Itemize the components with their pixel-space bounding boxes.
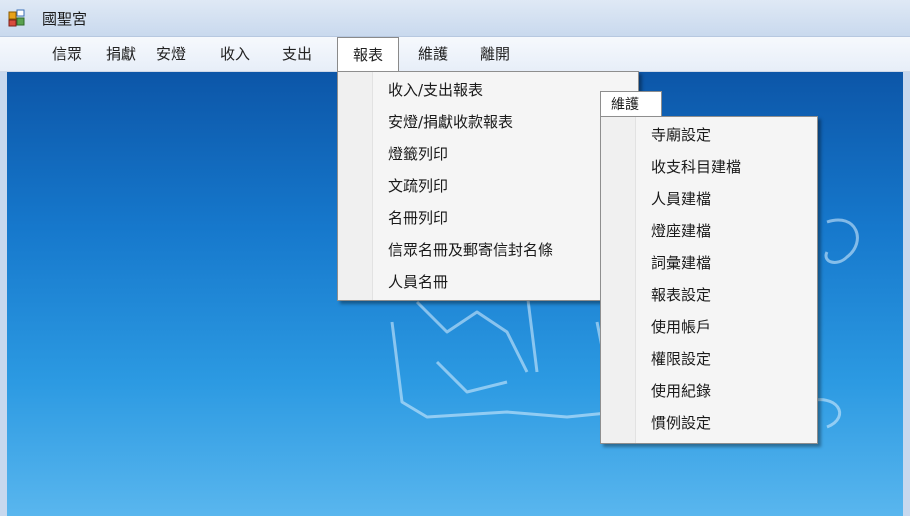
- menu-bar: 信眾 捐獻 安燈 收入 支出 報表 維護 離開: [0, 37, 910, 72]
- report-staff-roster[interactable]: 人員名冊: [338, 266, 638, 298]
- menu-item-label: 詞彙建檔: [651, 254, 712, 272]
- menu-item-label: 文疏列印: [388, 177, 449, 195]
- report-income-expense[interactable]: 收入/支出報表: [338, 74, 638, 106]
- maint-permissions[interactable]: 權限設定: [601, 343, 817, 375]
- menu-item-label: 安燈/捐獻收款報表: [388, 113, 514, 131]
- menu-item-label: 燈座建檔: [651, 222, 712, 240]
- reports-dropdown: 收入/支出報表 安燈/捐獻收款報表 燈籤列印 文疏列印 名冊列印 信眾名冊及郵寄…: [337, 71, 639, 301]
- menu-item-label: 報表設定: [651, 286, 712, 304]
- menu-item-label: 收入/支出報表: [388, 81, 484, 99]
- menu-item-label: 使用帳戶: [651, 318, 712, 336]
- menu-exit[interactable]: 離開: [470, 37, 520, 71]
- menu-item-label: 慣例設定: [651, 414, 712, 432]
- maintenance-menu-header[interactable]: 維護: [600, 91, 662, 117]
- menu-donation[interactable]: 捐獻: [98, 37, 144, 71]
- title-bar[interactable]: 國聖宮: [0, 0, 910, 37]
- menu-reports[interactable]: 報表: [337, 37, 399, 71]
- maint-account-items[interactable]: 收支科目建檔: [601, 151, 817, 183]
- menu-maintenance[interactable]: 維護: [408, 37, 458, 71]
- app-icon: [8, 9, 25, 27]
- maint-custom-settings[interactable]: 慣例設定: [601, 407, 817, 439]
- report-lamp-tag-print[interactable]: 燈籤列印: [338, 138, 638, 170]
- maint-vocabulary[interactable]: 詞彙建檔: [601, 247, 817, 279]
- menu-item-label: 信眾名冊及郵寄信封名條: [388, 241, 554, 259]
- maintenance-dropdown: 寺廟設定 收支科目建檔 人員建檔 燈座建檔 詞彙建檔 報表設定 使用帳戶 權限設…: [600, 116, 818, 444]
- maint-lamp-seats[interactable]: 燈座建檔: [601, 215, 817, 247]
- menu-item-label: 權限設定: [651, 350, 712, 368]
- report-lamp-donation-receipts[interactable]: 安燈/捐獻收款報表: [338, 106, 638, 138]
- menu-income[interactable]: 收入: [212, 37, 258, 71]
- report-believer-roster-mail-labels[interactable]: 信眾名冊及郵寄信封名條: [338, 234, 638, 266]
- maint-report-settings[interactable]: 報表設定: [601, 279, 817, 311]
- menu-believers[interactable]: 信眾: [44, 37, 90, 71]
- menu-item-label: 收支科目建檔: [651, 158, 742, 176]
- menu-expense[interactable]: 支出: [274, 37, 320, 71]
- menu-item-label: 寺廟設定: [651, 126, 712, 144]
- maint-user-accounts[interactable]: 使用帳戶: [601, 311, 817, 343]
- menu-item-label: 使用紀錄: [651, 382, 712, 400]
- window-frame-left: [0, 72, 7, 516]
- window-frame-right: [903, 72, 910, 516]
- menu-item-label: 燈籤列印: [388, 145, 449, 163]
- report-roster-print[interactable]: 名冊列印: [338, 202, 638, 234]
- menu-item-label: 人員建檔: [651, 190, 712, 208]
- window-title: 國聖宮: [42, 10, 88, 28]
- maint-temple-settings[interactable]: 寺廟設定: [601, 119, 817, 151]
- menu-lamp[interactable]: 安燈: [148, 37, 194, 71]
- app-window: 國聖宮 信眾 捐獻 安燈 收入 支出 報表 維護 離開 收入/支出報表 安燈/捐…: [0, 0, 910, 516]
- report-petition-print[interactable]: 文疏列印: [338, 170, 638, 202]
- menu-item-label: 名冊列印: [388, 209, 449, 227]
- maint-staff[interactable]: 人員建檔: [601, 183, 817, 215]
- maint-usage-log[interactable]: 使用紀錄: [601, 375, 817, 407]
- menu-item-label: 人員名冊: [388, 273, 449, 291]
